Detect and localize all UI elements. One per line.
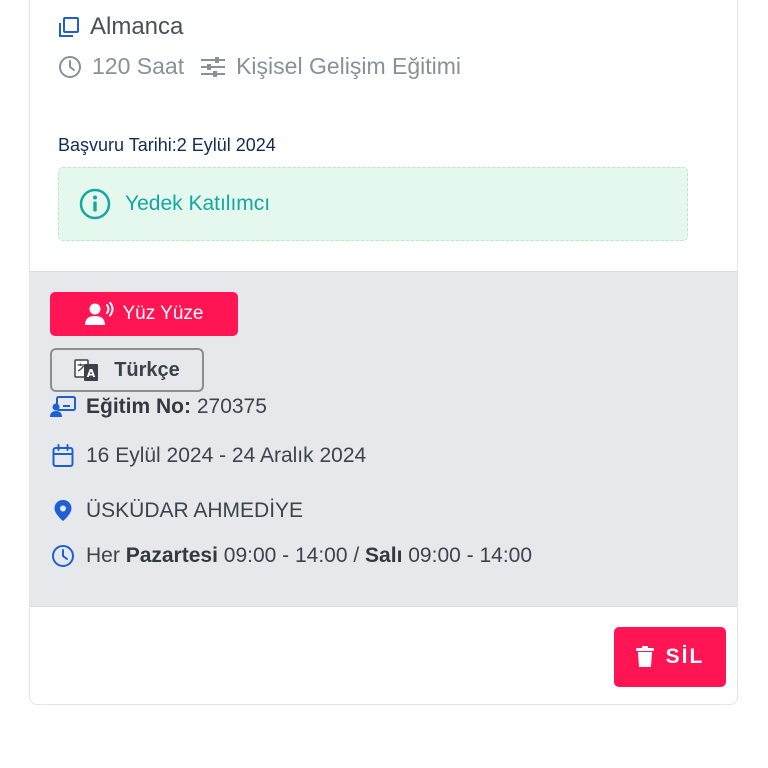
copy-icon xyxy=(58,16,80,38)
clock-icon xyxy=(50,544,76,568)
apply-date: Başvuru Tarihi: 2 Eylül 2024 xyxy=(58,135,276,156)
svg-text:A: A xyxy=(87,367,96,380)
language-badge: A Türkçe xyxy=(50,348,204,392)
course-duration: 120 Saat xyxy=(92,53,185,79)
status-alert: Yedek Katılımcı xyxy=(58,167,688,241)
language-badge-label: Türkçe xyxy=(114,358,180,381)
course-meta: 120 Saat Kişisel Gelişim Eğitimi xyxy=(58,53,461,80)
schedule-row: Her Pazartesi 09:00 - 14:00 / Salı 09:00… xyxy=(50,544,532,568)
info-circle-icon xyxy=(79,188,111,220)
training-no-row: Eğitim No: 270375 xyxy=(50,395,267,419)
clock-icon xyxy=(58,55,82,79)
schedule-time-2: 09:00 - 14:00 xyxy=(408,544,533,567)
course-title: Almanca xyxy=(90,13,184,40)
chalkboard-user-icon xyxy=(50,396,76,418)
schedule-day-2: Salı xyxy=(365,544,403,567)
status-text: Yedek Katılımcı xyxy=(125,192,271,215)
delete-button[interactable]: SİL xyxy=(614,627,726,687)
course-category: Kişisel Gelişim Eğitimi xyxy=(236,53,462,79)
trash-icon xyxy=(635,646,654,668)
apply-date-label: Başvuru Tarihi: xyxy=(58,135,177,155)
calendar-icon xyxy=(50,444,76,468)
delete-button-label: SİL xyxy=(665,645,705,668)
sliders-icon xyxy=(200,55,226,79)
location-row: ÜSKÜDAR AHMEDİYE xyxy=(50,499,303,523)
mode-badge: Yüz Yüze xyxy=(50,292,238,336)
training-no-value: 270375 xyxy=(196,395,267,418)
person-voice-icon xyxy=(84,302,115,326)
mode-badge-label: Yüz Yüze xyxy=(122,303,204,324)
translate-icon: A xyxy=(74,358,100,382)
details-panel: Yüz Yüze A Türkçe Eğitim No: 270375 16 E… xyxy=(30,271,737,607)
schedule-time-1: 09:00 - 14:00 / xyxy=(223,544,360,567)
schedule-prefix: Her xyxy=(86,544,120,567)
date-range: 16 Eylül 2024 - 24 Aralık 2024 xyxy=(86,444,367,467)
course-name-row: Almanca xyxy=(58,13,183,41)
training-no-label: Eğitim No: xyxy=(86,395,191,418)
map-pin-icon xyxy=(50,499,76,523)
schedule-day-1: Pazartesi xyxy=(125,544,218,567)
date-range-row: 16 Eylül 2024 - 24 Aralık 2024 xyxy=(50,444,366,468)
location: ÜSKÜDAR AHMEDİYE xyxy=(86,499,304,522)
course-card: Almanca 120 Saat Kişisel Gelişim Eğitimi… xyxy=(29,0,738,705)
apply-date-value: 2 Eylül 2024 xyxy=(176,135,276,155)
